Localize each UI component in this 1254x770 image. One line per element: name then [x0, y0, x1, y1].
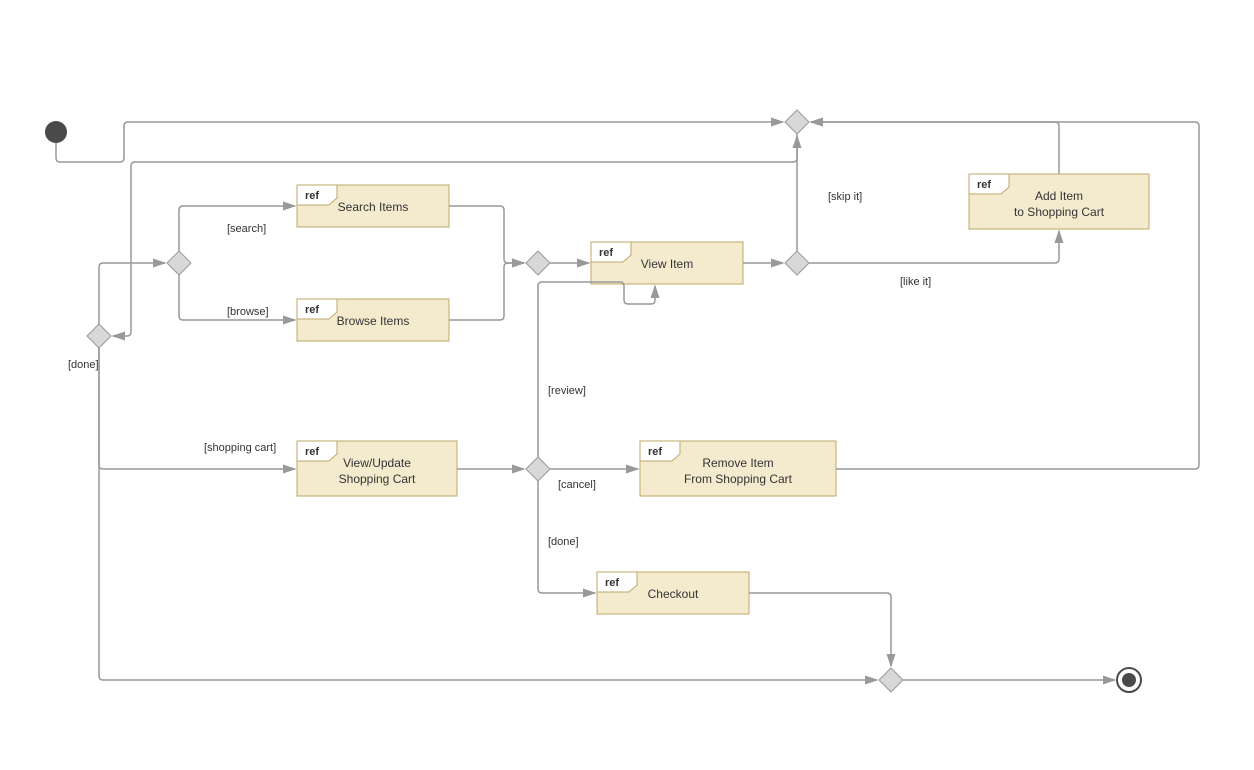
ref-label: ref	[648, 446, 662, 458]
decision-search-browse	[167, 251, 191, 275]
merge-view	[526, 251, 550, 275]
merge-final	[879, 668, 903, 692]
ref-text: Search Items	[338, 200, 409, 214]
decision-like-skip	[785, 251, 809, 275]
ref-label: ref	[305, 190, 319, 202]
edge-main-done	[99, 348, 877, 680]
ref-label: ref	[599, 247, 613, 259]
decision-cart	[526, 457, 550, 481]
edge-browse-merge	[449, 263, 524, 320]
final-node	[1117, 668, 1141, 692]
ref-label: ref	[605, 577, 619, 589]
guard-like: [like it]	[900, 276, 931, 288]
guard-shopping-cart: [shopping cart]	[204, 442, 276, 454]
guard-search: [search]	[227, 223, 266, 235]
ref-text: to Shopping Cart	[1014, 205, 1105, 219]
edge-review	[538, 282, 655, 457]
decision-main	[87, 324, 111, 348]
ref-label: ref	[305, 304, 319, 316]
ref-text: Shopping Cart	[339, 472, 416, 486]
guard-browse: [browse]	[227, 306, 269, 318]
ref-view-item: ref View Item	[591, 242, 743, 284]
guard-cancel: [cancel]	[558, 479, 596, 491]
edge-like	[809, 231, 1059, 263]
ref-add-item: ref Add Item to Shopping Cart	[969, 174, 1149, 229]
ref-label: ref	[977, 179, 991, 191]
ref-checkout: ref Checkout	[597, 572, 749, 614]
ref-text: From Shopping Cart	[684, 472, 793, 486]
ref-browse-items: ref Browse Items	[297, 299, 449, 341]
edge-search-merge	[449, 206, 524, 263]
ref-label: ref	[305, 446, 319, 458]
edge-main-sb	[99, 263, 165, 324]
initial-node	[45, 121, 67, 143]
ref-search-items: ref Search Items	[297, 185, 449, 227]
edge-top-main	[113, 134, 797, 336]
guard-review: [review]	[548, 385, 586, 397]
merge-top	[785, 110, 809, 134]
ref-view-update-cart: ref View/Update Shopping Cart	[297, 441, 457, 496]
ref-text: Add Item	[1035, 189, 1083, 203]
ref-text: Browse Items	[337, 314, 410, 328]
ref-text: Checkout	[648, 587, 699, 601]
edge-add-top	[811, 122, 1059, 174]
ref-text: View/Update	[343, 456, 411, 470]
guard-done2: [done]	[548, 536, 579, 548]
ref-text: Remove Item	[702, 456, 773, 470]
edge-checkout-final	[749, 593, 891, 666]
edge-initial-top	[56, 122, 783, 162]
guard-done: [done]	[68, 359, 99, 371]
guard-skip: [skip it]	[828, 191, 862, 203]
ref-remove-item: ref Remove Item From Shopping Cart	[640, 441, 836, 496]
ref-text: View Item	[641, 257, 693, 271]
